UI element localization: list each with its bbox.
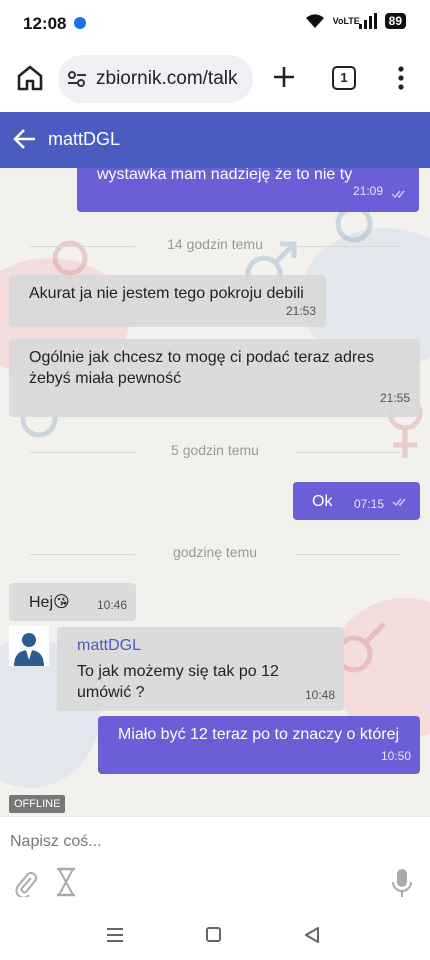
browser-toolbar: zbiornik.com/talk 1: [0, 48, 430, 112]
message-sender[interactable]: mattDGL: [69, 635, 332, 656]
home-icon[interactable]: [14, 62, 46, 94]
site-settings-icon[interactable]: [66, 69, 88, 89]
message-text: Ogólnie jak chcesz to mogę ci podać tera…: [29, 349, 375, 387]
message-text: Ok: [312, 493, 333, 510]
nav-menu-icon[interactable]: [106, 927, 124, 943]
signal-icon: [358, 13, 377, 29]
message-incoming[interactable]: Akurat ja nie jestem tego pokroju debili…: [9, 275, 326, 327]
message-outgoing[interactable]: Miało być 12 teraz po to znaczy o której…: [98, 716, 420, 774]
more-vert-icon[interactable]: [391, 65, 411, 91]
url-text: zbiornik.com/talk: [96, 68, 238, 89]
message-text: Miało być 12 teraz po to znaczy o której: [118, 726, 400, 743]
message-time: 21:55: [379, 391, 410, 405]
message-incoming[interactable]: Hej😘 10:46: [9, 583, 136, 621]
nav-back-icon[interactable]: [304, 926, 320, 944]
battery-indicator: 89: [384, 13, 406, 29]
avatar[interactable]: [9, 626, 49, 666]
nav-home-icon[interactable]: [206, 927, 221, 942]
date-separator: godzinę temu: [30, 544, 400, 564]
message-text: To jak możemy się tak po 12 umówić ?: [77, 663, 279, 701]
status-time: 12:08: [23, 14, 67, 33]
chat-title: mattDGL: [48, 129, 121, 149]
messenger-notification-icon: [74, 17, 86, 29]
status-icons: VoLTE 89: [305, 13, 406, 29]
message-time: 21:53: [285, 304, 316, 318]
network-label: VoLTE: [332, 15, 360, 26]
hourglass-icon[interactable]: [55, 867, 77, 897]
message-outgoing[interactable]: Ok 07:15: [293, 482, 420, 520]
status-bar: 12:08 VoLTE 89: [0, 0, 430, 48]
message-time: 10:50: [380, 749, 411, 763]
chat-messages[interactable]: wystawka mam nadzieję że to nie ty 21:09…: [0, 168, 430, 816]
double-check-icon: [392, 498, 406, 507]
microphone-icon[interactable]: [390, 867, 414, 899]
message-time: 10:48: [304, 688, 335, 702]
offline-badge: OFFLINE: [9, 795, 66, 813]
chat-header: mattDGL: [0, 112, 430, 168]
wifi-icon: [305, 14, 324, 28]
double-check-icon: [391, 190, 405, 199]
message-text: Hej😘: [29, 594, 70, 611]
message-composer: Napisz coś...: [0, 816, 430, 910]
system-nav-bar: [0, 910, 430, 960]
message-incoming[interactable]: mattDGL To jak możemy się tak po 12 umów…: [57, 627, 344, 711]
message-text: Akurat ja nie jestem tego pokroju debili: [29, 285, 304, 302]
date-separator: 14 godzin temu: [30, 236, 400, 256]
message-outgoing[interactable]: wystawka mam nadzieję że to nie ty 21:09: [77, 168, 419, 212]
message-incoming[interactable]: Ogólnie jak chcesz to mogę ci podać tera…: [9, 339, 420, 417]
plus-icon[interactable]: [271, 64, 297, 90]
message-time: 10:46: [96, 598, 127, 612]
tabs-icon[interactable]: 1: [332, 66, 356, 90]
back-arrow-icon[interactable]: [12, 126, 38, 152]
message-input[interactable]: Napisz coś...: [10, 833, 102, 851]
message-time: 21:09: [352, 184, 383, 198]
date-separator: 5 godzin temu: [30, 442, 400, 462]
address-bar[interactable]: zbiornik.com/talk: [58, 55, 253, 103]
paperclip-icon[interactable]: [14, 869, 38, 897]
message-time: 07:15: [353, 497, 384, 511]
